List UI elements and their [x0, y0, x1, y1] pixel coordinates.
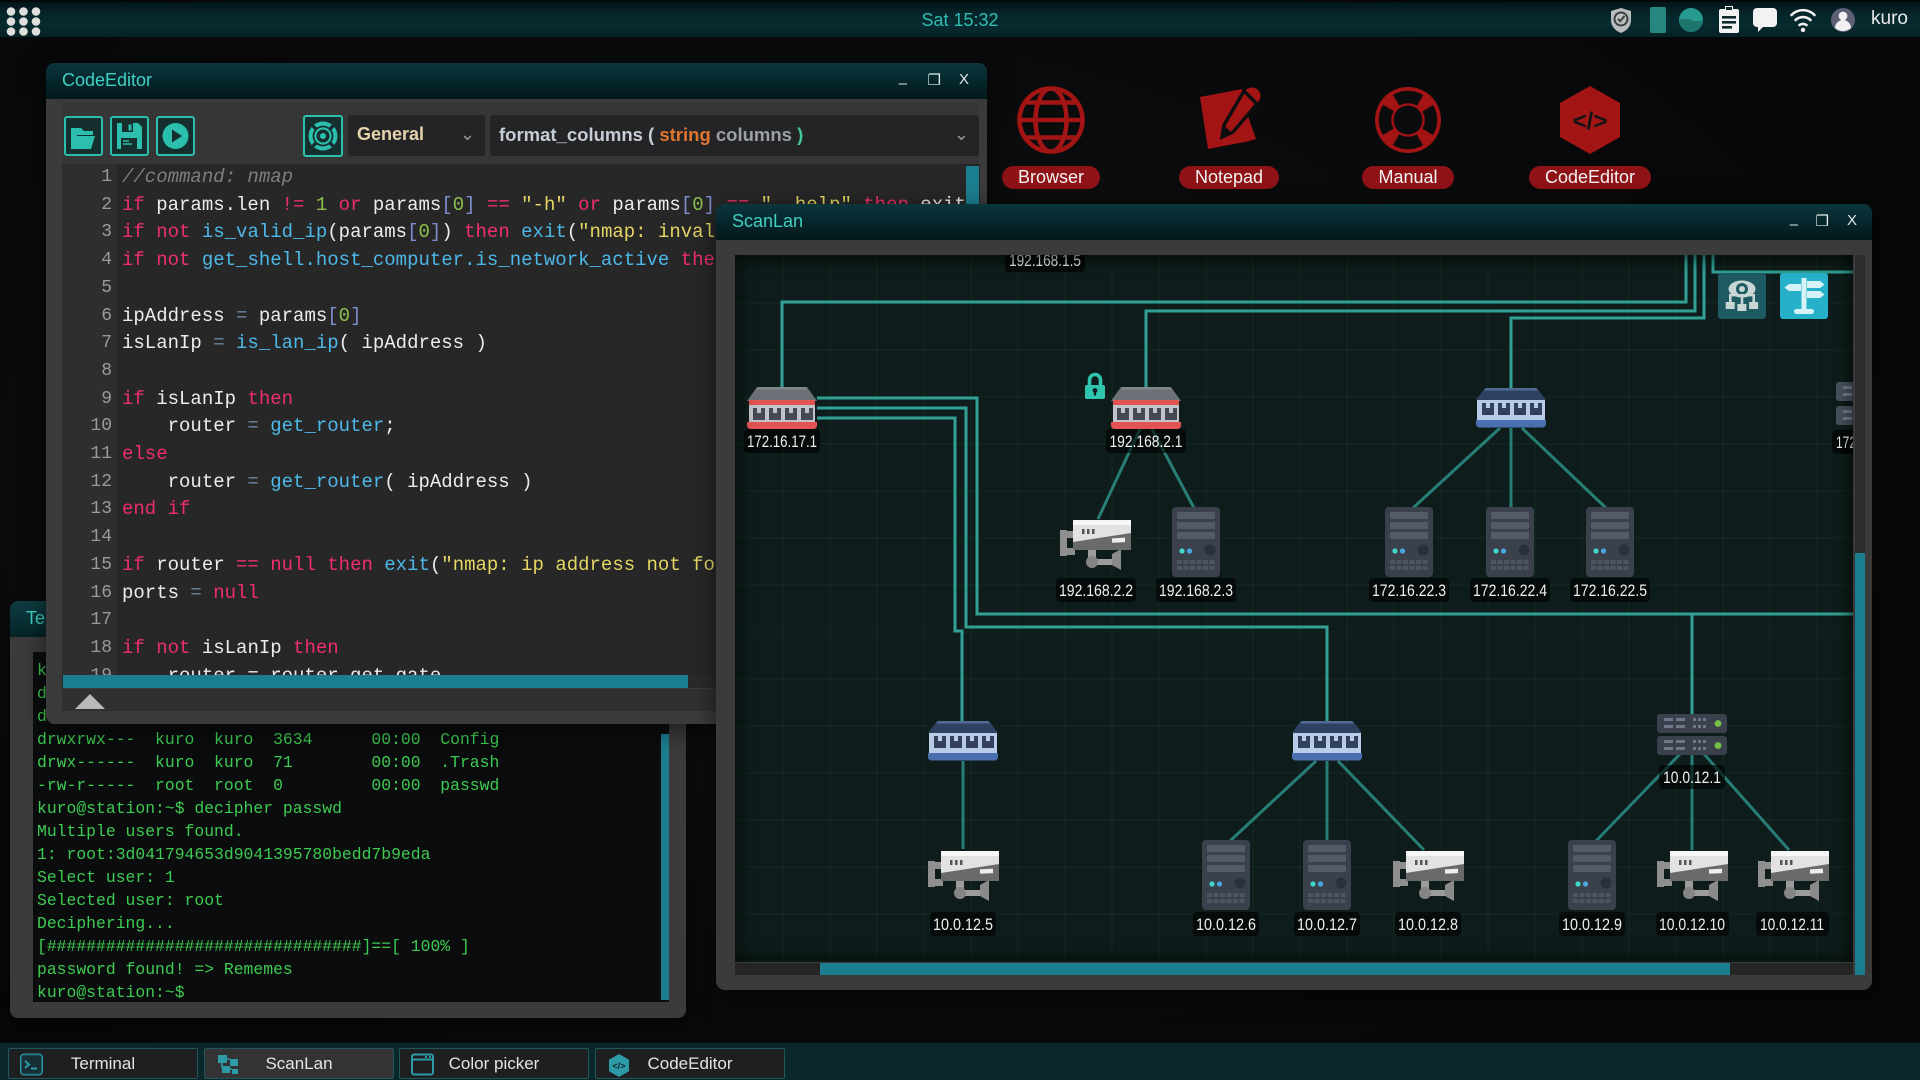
svg-text:</>: </> [1573, 108, 1608, 135]
